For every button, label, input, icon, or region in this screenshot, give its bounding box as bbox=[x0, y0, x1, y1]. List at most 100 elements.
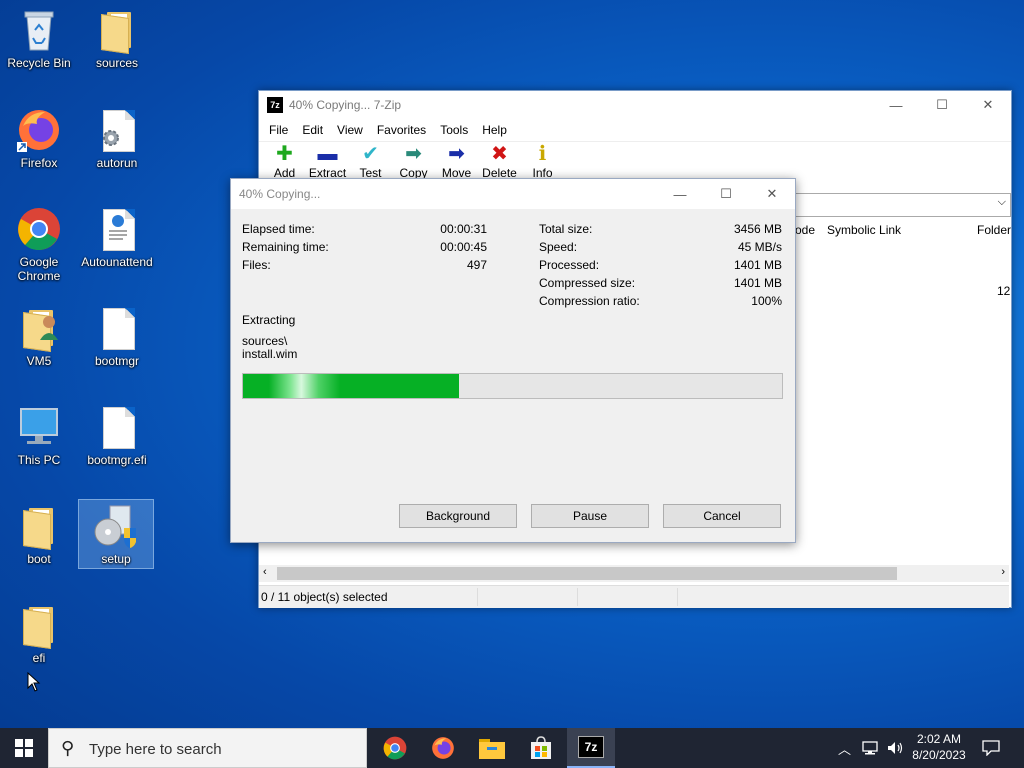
stat-value: 100% bbox=[751, 294, 782, 308]
taskbar-clock[interactable]: 2:02 AM 8/20/2023 bbox=[902, 731, 976, 763]
taskbar-search-box[interactable]: ⚲ Type here to search bbox=[48, 728, 367, 768]
scroll-left-icon[interactable]: ‹ bbox=[263, 566, 267, 578]
action-center-button[interactable] bbox=[982, 728, 1000, 768]
stat-label: Compression ratio: bbox=[539, 294, 640, 308]
xml-file-icon bbox=[93, 205, 141, 253]
start-button[interactable] bbox=[0, 728, 48, 768]
toolbar-info-button[interactable]: ℹ Info bbox=[521, 142, 564, 180]
dialog-title: 40% Copying... bbox=[239, 187, 321, 201]
desktop-icon-autounattend[interactable]: Autounattend bbox=[80, 205, 154, 269]
stat-value: 00:00:31 bbox=[440, 222, 487, 236]
info-icon: ℹ bbox=[538, 143, 547, 165]
mouse-cursor-icon bbox=[27, 672, 41, 692]
menu-help[interactable]: Help bbox=[475, 123, 514, 137]
scrollbar-thumb[interactable] bbox=[277, 567, 897, 580]
search-placeholder: Type here to search bbox=[89, 741, 222, 758]
desktop-icon-recycle-bin[interactable]: Recycle Bin bbox=[2, 6, 76, 70]
toolbar-move-button[interactable]: ➡ Move bbox=[435, 142, 478, 180]
desktop-icon-label: bootmgr.efi bbox=[87, 453, 147, 467]
toolbar-copy-button[interactable]: ➡ Copy bbox=[392, 142, 435, 180]
desktop-icon-label: Recycle Bin bbox=[7, 56, 71, 70]
close-button[interactable]: ✕ bbox=[965, 91, 1011, 119]
clock-date: 8/20/2023 bbox=[912, 748, 966, 762]
desktop-icon-this-pc[interactable]: This PC bbox=[2, 403, 76, 467]
menu-view[interactable]: View bbox=[330, 123, 370, 137]
toolbar-extract-button[interactable]: ▬ Extract bbox=[306, 142, 349, 180]
stat-label: Files: bbox=[242, 258, 271, 272]
cancel-button[interactable]: Cancel bbox=[663, 504, 781, 528]
stat-processed: Processed: 1401 MB bbox=[539, 256, 782, 274]
desktop-icon-firefox[interactable]: Firefox bbox=[2, 106, 76, 170]
clock-time: 2:02 AM bbox=[916, 732, 962, 746]
stat-value: 497 bbox=[466, 258, 487, 272]
column-header-mode[interactable]: ode bbox=[795, 223, 815, 237]
dialog-titlebar[interactable]: 40% Copying... — ☐ ✕ bbox=[231, 179, 795, 209]
menu-file[interactable]: File bbox=[262, 123, 295, 137]
stat-value: 45 MB/s bbox=[737, 240, 782, 254]
horizontal-scrollbar[interactable]: ‹ › bbox=[259, 565, 1009, 582]
folder-icon bbox=[93, 6, 141, 54]
column-header-symbolic-link[interactable]: Symbolic Link bbox=[827, 223, 901, 237]
stat-value: 3456 MB bbox=[733, 222, 782, 236]
extract-icon: ▬ bbox=[317, 143, 338, 165]
column-header-folder[interactable]: Folder bbox=[977, 223, 1011, 237]
desktop-icon-bootmgr[interactable]: bootmgr bbox=[80, 304, 154, 368]
copy-icon: ➡ bbox=[405, 143, 422, 165]
main-window-title: 40% Copying... 7-Zip bbox=[289, 98, 402, 112]
settings-file-icon bbox=[93, 106, 141, 154]
minimize-button[interactable]: — bbox=[873, 91, 919, 119]
stat-label: Compressed size: bbox=[539, 276, 636, 290]
desktop-icon-sources[interactable]: sources bbox=[80, 6, 154, 70]
taskbar-store[interactable] bbox=[517, 728, 565, 768]
dialog-maximize-button[interactable]: ☐ bbox=[703, 180, 749, 208]
toolbar-delete-button[interactable]: ✖ Delete bbox=[478, 142, 521, 180]
desktop-icon-setup[interactable]: setup bbox=[78, 499, 154, 569]
toolbar-test-button[interactable]: ✔ Test bbox=[349, 142, 392, 180]
firefox-icon bbox=[15, 106, 63, 154]
desktop-icon-label: VM5 bbox=[26, 354, 52, 368]
desktop-icon-vm5[interactable]: VM5 bbox=[2, 304, 76, 368]
copy-progress-dialog[interactable]: 40% Copying... — ☐ ✕ Elapsed time: 00:00… bbox=[230, 178, 796, 543]
recycle-bin-icon bbox=[15, 6, 63, 54]
taskbar: ⚲ Type here to search 7z ︿ 2:02 AM 8/20/… bbox=[0, 728, 1024, 768]
dialog-close-button[interactable]: ✕ bbox=[749, 180, 795, 208]
taskbar-chrome[interactable] bbox=[371, 728, 419, 768]
stat-value: 1401 MB bbox=[733, 276, 782, 290]
desktop-icon-label: bootmgr bbox=[94, 354, 140, 368]
stat-speed: Speed: 45 MB/s bbox=[539, 238, 782, 256]
menu-tools[interactable]: Tools bbox=[433, 123, 475, 137]
file-list-cell: 12 bbox=[997, 284, 1011, 298]
desktop-icon-label: Autounattend bbox=[81, 255, 153, 269]
operation-label: Extracting bbox=[242, 313, 296, 327]
toolbar-add-button[interactable]: ✚ Add bbox=[263, 142, 306, 180]
move-icon: ➡ bbox=[448, 143, 465, 165]
stat-files: Files: 497 bbox=[242, 256, 487, 274]
desktop-icon-autorun[interactable]: autorun bbox=[80, 106, 154, 170]
file-icon bbox=[93, 304, 141, 352]
main-window-titlebar[interactable]: 7z 40% Copying... 7-Zip — ☐ ✕ bbox=[259, 91, 1011, 119]
add-icon: ✚ bbox=[276, 143, 293, 165]
show-hidden-icons-chevron-icon[interactable]: ︿ bbox=[838, 739, 851, 758]
computer-icon bbox=[15, 403, 63, 451]
chevron-down-icon[interactable]: ⌵ bbox=[998, 196, 1006, 209]
desktop-icon-google-chrome[interactable]: Google Chrome bbox=[2, 205, 76, 283]
menu-edit[interactable]: Edit bbox=[295, 123, 330, 137]
progress-bar-fill bbox=[243, 374, 459, 398]
scroll-right-icon[interactable]: › bbox=[1001, 566, 1005, 578]
menu-favorites[interactable]: Favorites bbox=[370, 123, 433, 137]
network-icon[interactable] bbox=[861, 741, 879, 755]
folder-icon bbox=[15, 502, 63, 550]
desktop-icon-bootmgr-efi[interactable]: bootmgr.efi bbox=[80, 403, 154, 467]
taskbar-firefox[interactable] bbox=[419, 728, 467, 768]
background-button[interactable]: Background bbox=[399, 504, 517, 528]
firefox-icon bbox=[432, 737, 454, 759]
maximize-button[interactable]: ☐ bbox=[919, 91, 965, 119]
dialog-minimize-button[interactable]: — bbox=[657, 180, 703, 208]
desktop-icon-efi[interactable]: efi bbox=[2, 601, 76, 665]
desktop-icon-boot[interactable]: boot bbox=[2, 502, 76, 566]
address-bar-dropdown[interactable]: ⌵ bbox=[795, 193, 1011, 217]
pause-button[interactable]: Pause bbox=[531, 504, 649, 528]
desktop-icon-label: boot bbox=[27, 552, 51, 566]
taskbar-file-explorer[interactable] bbox=[468, 728, 516, 768]
taskbar-7zip[interactable]: 7z bbox=[567, 728, 615, 768]
